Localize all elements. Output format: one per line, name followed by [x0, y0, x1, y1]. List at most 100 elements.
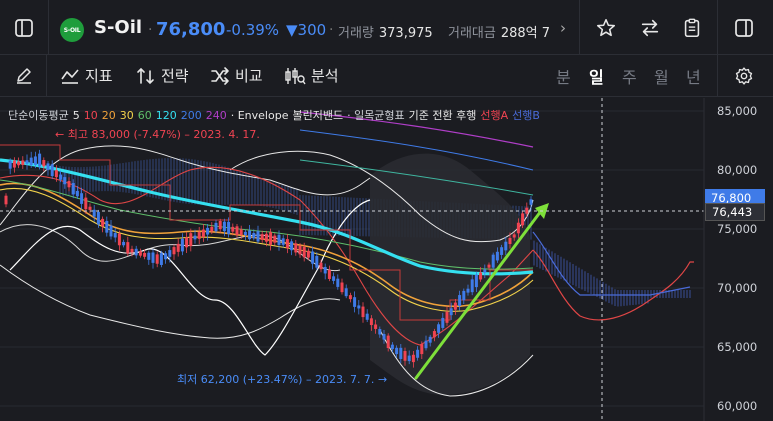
- candle-body: [75, 190, 79, 197]
- ichimoku-legend: · 일목균형표: [347, 109, 405, 122]
- memo-button[interactable]: [668, 0, 716, 55]
- candle-body: [411, 354, 415, 363]
- ma-legend-label: 단순이동평균: [8, 109, 69, 122]
- arrow-right-icon: →: [377, 373, 388, 386]
- candle-body: [222, 221, 226, 232]
- divider: [717, 55, 718, 97]
- candle-body: [327, 269, 331, 279]
- high-annotation-text: 최고 83,000 (-7.47%) – 2023. 4. 17.: [67, 128, 260, 141]
- pencil-icon: [17, 68, 31, 84]
- candle-body: [256, 231, 260, 242]
- favorite-button[interactable]: [582, 0, 630, 55]
- high-annotation: ← 최고 83,000 (-7.47%) – 2023. 4. 17.: [55, 126, 260, 142]
- candle-body: [378, 329, 382, 335]
- divider: [46, 55, 47, 97]
- period-minute-tab[interactable]: 분: [556, 64, 571, 88]
- stock-name: S-Oil: [94, 17, 143, 38]
- candle-body: [273, 235, 277, 243]
- candle-body: [4, 195, 8, 205]
- sidebar-toggle-button[interactable]: [0, 0, 48, 55]
- analysis-button[interactable]: 분석: [284, 65, 339, 86]
- candle-body: [185, 237, 189, 248]
- ma5-legend: 5: [72, 109, 80, 122]
- switch-button[interactable]: [626, 0, 674, 55]
- right-panel-toggle-button[interactable]: [720, 0, 768, 55]
- candle-body: [180, 238, 184, 252]
- indicator-icon: [61, 68, 79, 84]
- volume-value: 373,975: [378, 26, 433, 41]
- candle-body: [231, 226, 235, 232]
- ichimoku-lines-legend: 기준 전환 후행: [408, 109, 477, 122]
- candle-body: [470, 279, 474, 293]
- divider: [48, 0, 49, 55]
- swap-arrows-icon: [641, 19, 659, 36]
- candle-body: [92, 209, 96, 217]
- candle-body: [462, 290, 466, 301]
- low-annotation: 최저 62,200 (+23.47%) – 2023. 7. 7. →: [177, 371, 387, 387]
- y-axis-label: 80,000: [717, 163, 758, 177]
- chevron-right-icon[interactable]: ›: [560, 19, 566, 37]
- amount-value: 288억 7: [500, 26, 551, 41]
- candle-body: [441, 317, 445, 328]
- candle-body: [521, 213, 525, 226]
- candle-body: [8, 160, 12, 169]
- dot-separator: ·: [148, 22, 153, 38]
- candle-body: [445, 311, 449, 323]
- current-price: 76,800: [156, 19, 226, 40]
- compare-button[interactable]: 비교: [210, 65, 263, 86]
- candle-body: [340, 282, 344, 293]
- candle-body: [319, 262, 323, 270]
- draw-tool-button[interactable]: [14, 65, 34, 85]
- indicator-button[interactable]: 지표: [60, 65, 113, 86]
- candle-body: [227, 221, 231, 234]
- period-day-tab[interactable]: 일: [589, 64, 604, 88]
- strategy-button[interactable]: 전략: [136, 65, 189, 86]
- candle-body: [390, 344, 394, 350]
- ma200-legend: 200: [180, 109, 202, 122]
- candle-body: [21, 160, 25, 165]
- candle-body: [239, 229, 243, 235]
- candle-body: [277, 234, 281, 245]
- candle-body: [466, 288, 470, 293]
- strategy-label: 전략: [161, 67, 189, 85]
- candle-body: [59, 174, 63, 180]
- candle-body: [252, 233, 256, 239]
- candle-body: [487, 264, 491, 268]
- candle-body: [71, 183, 75, 195]
- candle-body: [189, 233, 193, 247]
- candle-body: [50, 164, 54, 177]
- candle-body: [294, 243, 298, 253]
- low-annotation-text: 최저 62,200 (+23.47%) – 2023. 7. 7.: [177, 373, 375, 386]
- indicator-legend[interactable]: 단순이동평균 5 10 20 30 60 120 200 240 · Envelope 볼린저밴드 ·…: [8, 107, 544, 123]
- candle-body: [416, 349, 420, 358]
- candle-body: [197, 231, 201, 239]
- candle-body: [248, 230, 252, 240]
- clipboard-icon: [684, 18, 700, 37]
- volume-label: 거래량: [338, 26, 374, 41]
- ma30-legend: 30: [119, 109, 134, 122]
- divider: [717, 0, 718, 55]
- candle-body: [306, 250, 310, 258]
- candle-body: [529, 199, 533, 205]
- period-year-tab[interactable]: 년: [686, 64, 701, 88]
- candle-body: [176, 243, 180, 252]
- envelope-legend: · Envelope: [230, 109, 289, 122]
- candle-analysis-icon: [285, 67, 306, 84]
- gear-icon: [735, 67, 753, 85]
- candle-body: [46, 163, 50, 170]
- ma60-legend: 60: [137, 109, 152, 122]
- candle-body: [525, 207, 529, 214]
- period-month-tab[interactable]: 월: [654, 64, 669, 88]
- chart-settings-button[interactable]: [720, 55, 768, 97]
- candle-body: [361, 306, 365, 318]
- candle-body: [437, 324, 441, 333]
- candle-body: [403, 351, 407, 361]
- divider: [579, 0, 580, 55]
- period-week-tab[interactable]: 주: [622, 64, 637, 88]
- candle-body: [285, 239, 289, 249]
- span-b-legend: 선행B: [512, 109, 540, 122]
- candle-body: [80, 193, 84, 204]
- y-axis-label: 85,000: [717, 104, 758, 118]
- candle-body: [193, 235, 197, 240]
- candle-body: [428, 336, 432, 343]
